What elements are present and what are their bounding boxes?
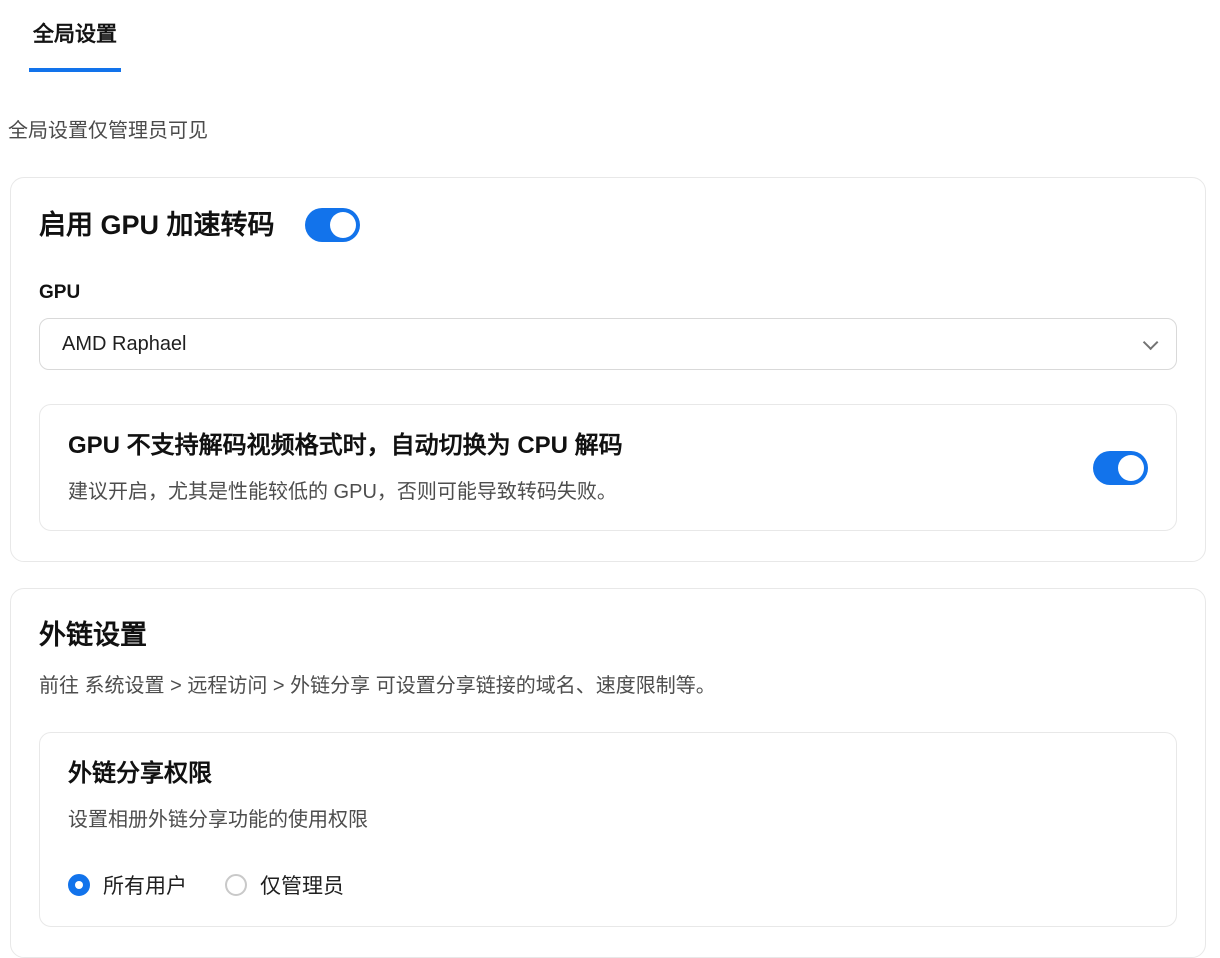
admin-visibility-note: 全局设置仅管理员可见 [8, 120, 208, 142]
share-permission-radio-group: 所有用户 仅管理员 [68, 870, 1148, 900]
share-permission-title: 外链分享权限 [68, 760, 212, 788]
share-permission-card: 外链分享权限 设置相册外链分享功能的使用权限 所有用户 仅管理员 [39, 732, 1177, 928]
external-link-description: 前往 系统设置 > 远程访问 > 外链分享 可设置分享链接的域名、速度限制等。 [39, 675, 716, 698]
radio-icon[interactable] [68, 874, 90, 897]
chevron-down-icon [1142, 334, 1159, 350]
tab-global-settings[interactable]: 全局设置 [29, 14, 121, 72]
toggle-knob [1118, 454, 1144, 481]
radio-option-all-users[interactable]: 所有用户 [68, 870, 187, 900]
radio-option-admin-only[interactable]: 仅管理员 [225, 870, 344, 900]
gpu-transcode-title: 启用 GPU 加速转码 [39, 209, 275, 240]
external-link-title: 外链设置 [39, 620, 147, 650]
share-permission-description: 设置相册外链分享功能的使用权限 [68, 809, 368, 832]
external-link-settings-card: 外链设置 前往 系统设置 > 远程访问 > 外链分享 可设置分享链接的域名、速度… [10, 588, 1206, 958]
cpu-fallback-card: GPU 不支持解码视频格式时，自动切换为 CPU 解码 建议开启，尤其是性能较低… [39, 404, 1177, 531]
gpu-transcode-toggle[interactable] [304, 208, 360, 242]
gpu-settings-card: 启用 GPU 加速转码 GPU AMD Raphael GPU 不支持解码视频格… [10, 177, 1206, 562]
gpu-select[interactable]: AMD Raphael [39, 318, 1177, 370]
gpu-field-label: GPU [39, 282, 81, 303]
gpu-transcode-row: 启用 GPU 加速转码 [39, 208, 1177, 242]
cpu-fallback-text: GPU 不支持解码视频格式时，自动切换为 CPU 解码 建议开启，尤其是性能较低… [68, 431, 623, 504]
cpu-fallback-title: GPU 不支持解码视频格式时，自动切换为 CPU 解码 [68, 432, 623, 459]
tab-bar: 全局设置 [0, 0, 1220, 72]
toggle-knob [329, 212, 356, 238]
gpu-select-value: AMD Raphael [62, 332, 187, 355]
radio-icon[interactable] [225, 874, 247, 897]
cpu-fallback-description: 建议开启，尤其是性能较低的 GPU，否则可能导致转码失败。 [68, 481, 617, 503]
cpu-fallback-toggle[interactable] [1093, 450, 1148, 485]
radio-label-admin-only: 仅管理员 [260, 875, 344, 899]
radio-label-all-users: 所有用户 [103, 875, 187, 899]
